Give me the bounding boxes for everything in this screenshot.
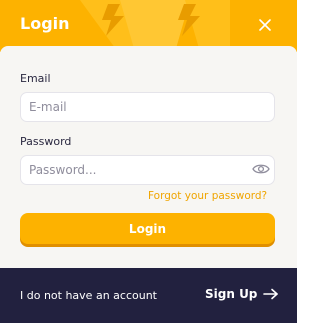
login-modal: Login Email Password Forgot your passwor… [0,0,297,323]
modal-footer: I do not have an account Sign Up [0,268,297,323]
password-label: Password [20,135,72,148]
signup-label: Sign Up [205,287,258,301]
lightning-decoration-icon [80,0,230,52]
email-field[interactable] [20,92,275,122]
signup-button[interactable]: Sign Up [205,287,279,301]
modal-header: Login [0,0,297,52]
arrow-right-icon [263,288,279,300]
forgot-password-link[interactable]: Forgot your password? [148,190,267,202]
no-account-text: I do not have an account [20,289,157,302]
password-field[interactable] [20,155,275,185]
close-icon[interactable] [254,14,276,36]
login-button[interactable]: Login [20,213,275,244]
email-label: Email [20,72,51,85]
eye-icon[interactable] [252,162,270,176]
modal-title: Login [20,14,70,33]
